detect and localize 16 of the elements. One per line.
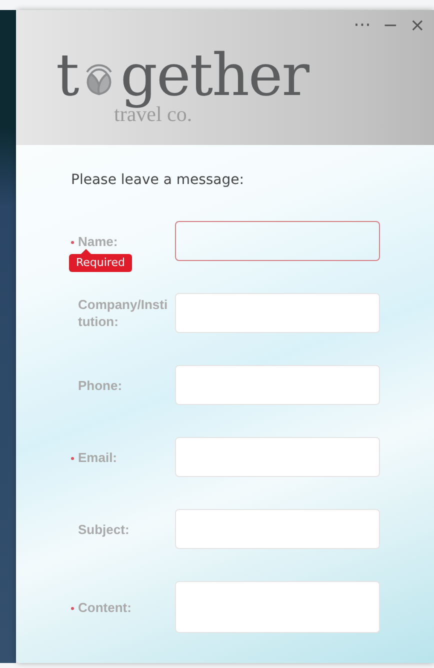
input-field[interactable] [175,221,380,261]
field-label: Content: [78,598,132,616]
text-area[interactable] [175,581,380,633]
field-label: Name: [78,232,119,250]
error-tooltip: Required [69,248,132,272]
logo-text: t [56,42,78,108]
form-heading: Please leave a message: [71,172,245,188]
more-button[interactable]: ··· [350,14,374,38]
field-label: Email: [78,448,118,466]
field-label: Company/Institution: [78,296,169,330]
field-label: Subject: [78,520,130,538]
field-label: Phone: [78,376,124,394]
logo-text: gether [120,42,308,108]
close-button[interactable]: × [406,14,428,38]
minimize-button[interactable]: − [380,14,401,38]
tooltip-pointer-icon [81,248,91,254]
